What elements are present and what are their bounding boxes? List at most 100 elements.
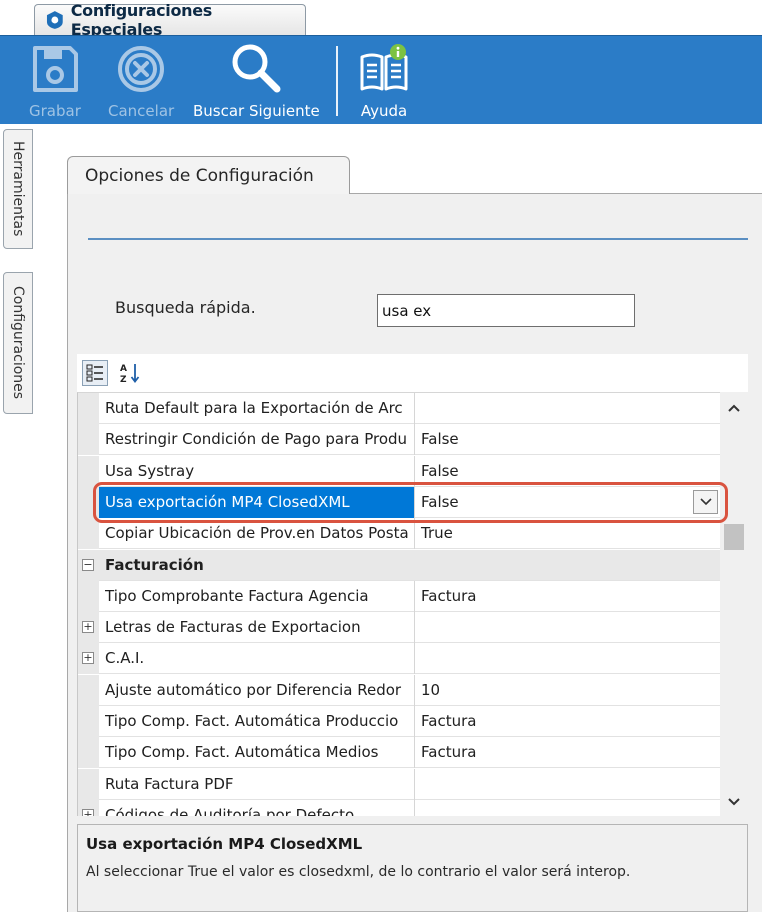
- grid-property-row[interactable]: Ruta Default para la Exportación de Arc: [78, 393, 720, 424]
- grid-property-row[interactable]: Ajuste automático por Diferencia Redor 10: [78, 675, 720, 706]
- tab-title: Configuraciones Especiales: [70, 1, 213, 39]
- svg-text:Z: Z: [120, 375, 127, 384]
- categorized-view-button[interactable]: [82, 360, 108, 386]
- grid-property-row[interactable]: Tipo Comp. Fact. Automática Medios Factur…: [78, 737, 720, 768]
- property-value[interactable]: Factura: [421, 737, 476, 768]
- column-divider: [414, 643, 415, 674]
- tab-configuraciones-especiales[interactable]: Configuraciones Especiales: [34, 1, 306, 39]
- save-button[interactable]: Grabar: [29, 42, 81, 120]
- find-next-button-label: Buscar Siguiente: [193, 102, 320, 120]
- scroll-thumb[interactable]: [724, 524, 744, 550]
- tab-herramientas[interactable]: Herramientas: [3, 129, 33, 249]
- grid-property-row[interactable]: Usa Systray False: [78, 456, 720, 487]
- save-button-label: Grabar: [29, 102, 81, 120]
- floppy-disk-icon: [32, 46, 78, 92]
- property-grid: Ruta Default para la Exportación de Arc R…: [77, 392, 748, 816]
- row-gutter: [78, 581, 99, 612]
- grid-property-row[interactable]: + Códigos de Auditoría por Defecto: [78, 800, 720, 816]
- find-next-button[interactable]: Buscar Siguiente: [193, 42, 320, 120]
- panel-right-edge: [748, 354, 762, 912]
- property-value[interactable]: Factura: [421, 581, 476, 612]
- property-value[interactable]: True: [421, 518, 453, 549]
- column-divider: [414, 612, 415, 643]
- grid-property-row[interactable]: Ruta Factura PDF: [78, 769, 720, 800]
- column-divider: [414, 769, 415, 800]
- row-gutter: [78, 737, 99, 768]
- cancel-circle-icon: [118, 46, 165, 92]
- column-divider: [414, 706, 415, 737]
- value-dropdown-button[interactable]: [693, 490, 718, 514]
- scroll-down-arrow[interactable]: [726, 794, 742, 810]
- column-divider: [414, 424, 415, 455]
- help-button[interactable]: Ayuda: [358, 42, 410, 120]
- expand-icon[interactable]: +: [82, 652, 94, 664]
- collapse-icon[interactable]: −: [82, 559, 94, 571]
- property-name: Tipo Comprobante Factura Agencia: [105, 587, 369, 605]
- categorized-icon: [86, 364, 103, 382]
- row-gutter: [78, 675, 99, 706]
- description-title: Usa exportación MP4 ClosedXML: [86, 835, 363, 853]
- help-book-icon: [360, 44, 408, 91]
- alphabetical-sort-button[interactable]: A Z: [117, 360, 143, 386]
- cancel-button-label: Cancelar: [108, 102, 175, 120]
- scroll-up-arrow[interactable]: [726, 400, 742, 416]
- row-gutter: [78, 769, 99, 800]
- chevron-down-icon: [728, 798, 740, 806]
- property-value[interactable]: Factura: [421, 706, 476, 737]
- column-divider: [414, 581, 415, 612]
- grid-property-row[interactable]: Usa exportación MP4 ClosedXML False: [78, 487, 720, 518]
- row-gutter: [78, 518, 99, 549]
- property-name: Tipo Comp. Fact. Automática Produccio: [105, 712, 399, 730]
- row-gutter: [78, 393, 99, 424]
- column-divider: [414, 675, 415, 706]
- property-name: Ruta Default para la Exportación de Arc: [105, 399, 403, 417]
- description-text: Al seleccionar True el valor es closedxm…: [86, 864, 631, 880]
- property-value[interactable]: 10: [421, 675, 440, 706]
- quick-search-label: Busqueda rápida.: [115, 298, 256, 317]
- column-divider: [414, 393, 415, 424]
- property-name: Ruta Factura PDF: [105, 775, 234, 793]
- grid-scrollbar[interactable]: [720, 392, 748, 816]
- row-gutter: [78, 424, 99, 455]
- side-tab-strip: Herramientas Configuraciones: [0, 124, 34, 912]
- column-divider: [414, 487, 415, 518]
- expand-icon[interactable]: +: [82, 809, 94, 816]
- property-name: Ajuste automático por Diferencia Redor: [105, 681, 402, 699]
- property-value[interactable]: False: [421, 487, 459, 518]
- row-gutter: [78, 706, 99, 737]
- document-tab-strip: Configuraciones Especiales: [0, 0, 762, 39]
- grid-property-row[interactable]: Copiar Ubicación de Prov.en Datos Posta T…: [78, 518, 720, 549]
- tab-configuraciones[interactable]: Configuraciones: [3, 272, 33, 414]
- property-name: Letras de Facturas de Exportacion: [105, 618, 361, 636]
- property-name: Códigos de Auditoría por Defecto: [105, 806, 355, 816]
- panel-divider: [88, 238, 748, 240]
- property-name: Restringir Condición de Pago para Produ: [105, 430, 408, 448]
- grid-category-row[interactable]: − Facturación: [78, 550, 720, 581]
- svg-text:A: A: [120, 364, 127, 374]
- ribbon-toolbar: Grabar Cancelar Buscar Siguiente Ayuda: [0, 35, 762, 124]
- grid-property-row[interactable]: + Letras de Facturas de Exportacion: [78, 612, 720, 643]
- column-divider: [414, 737, 415, 768]
- grid-property-row[interactable]: Tipo Comprobante Factura Agencia Factura: [78, 581, 720, 612]
- category-label: Facturación: [105, 556, 204, 574]
- property-value[interactable]: False: [421, 456, 459, 487]
- grid-property-row[interactable]: Tipo Comp. Fact. Automática Produccio Fac…: [78, 706, 720, 737]
- property-value[interactable]: False: [421, 424, 459, 455]
- property-name: Usa Systray: [105, 462, 195, 480]
- chevron-up-icon: [728, 404, 740, 412]
- cancel-button[interactable]: Cancelar: [108, 42, 174, 120]
- quick-search-input[interactable]: [377, 294, 635, 327]
- toolbar-separator: [336, 46, 338, 116]
- tab-opciones-de-configuracion[interactable]: Opciones de Configuración: [67, 156, 350, 194]
- property-description-pane: Usa exportación MP4 ClosedXML Al selecci…: [77, 824, 748, 912]
- property-name: C.A.I.: [105, 649, 145, 667]
- expand-icon[interactable]: +: [82, 621, 94, 633]
- grid-property-row[interactable]: + C.A.I.: [78, 643, 720, 674]
- column-divider: [414, 456, 415, 487]
- property-name: Tipo Comp. Fact. Automática Medios: [105, 743, 379, 761]
- property-grid-toolbar: A Z: [77, 354, 748, 392]
- grid-property-row[interactable]: Restringir Condición de Pago para Produ F…: [78, 424, 720, 455]
- tab-configuraciones-label: Configuraciones: [10, 286, 26, 400]
- row-gutter: [78, 456, 99, 487]
- column-divider: [414, 518, 415, 549]
